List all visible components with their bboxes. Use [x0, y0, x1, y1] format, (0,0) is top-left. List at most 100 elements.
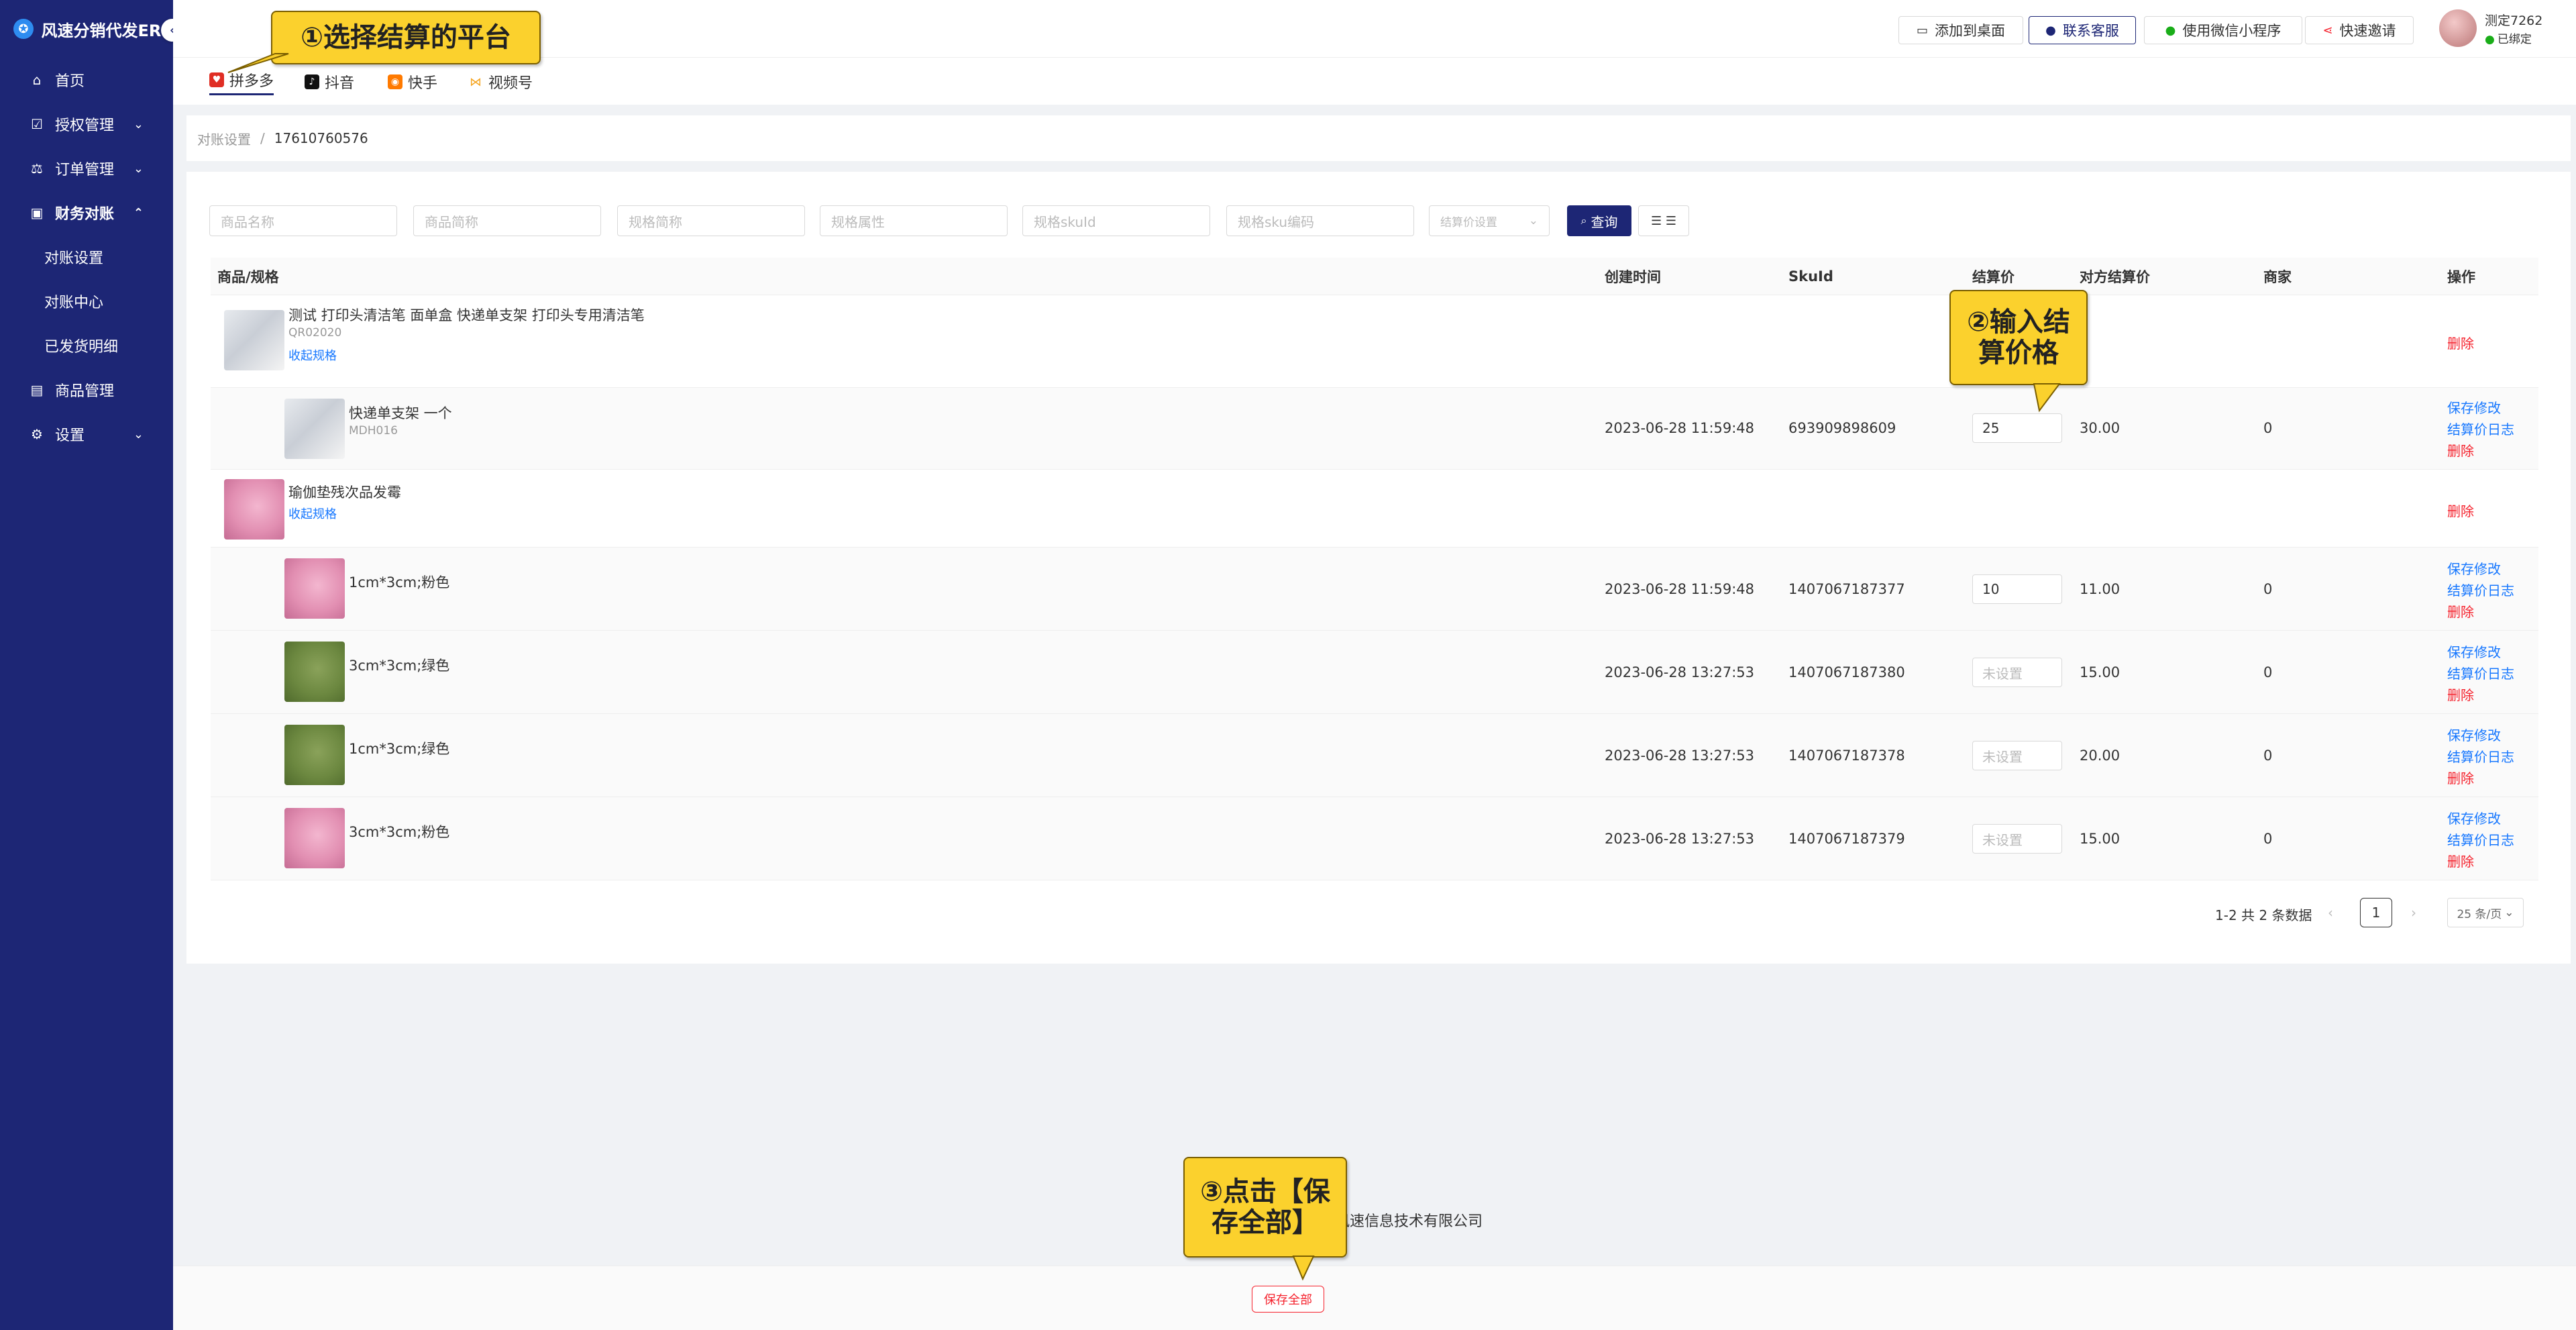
- column-header: 创建时间: [1605, 269, 1661, 285]
- add-to-desktop-button[interactable]: ▭ 添加到桌面: [1898, 16, 2023, 44]
- status-text: 已绑定: [2497, 33, 2532, 46]
- button-label: 快速邀请: [2339, 23, 2396, 39]
- wechat-icon: ●: [2485, 33, 2495, 46]
- user-name[interactable]: 测定7262: [2485, 11, 2542, 29]
- sidebar-item-finance[interactable]: ▣ 财务对账 ⌃: [0, 191, 173, 235]
- save-changes-link[interactable]: 保存修改: [2447, 558, 2501, 578]
- pagination-prev-button[interactable]: ‹: [2328, 905, 2333, 921]
- other-settlement-price: 15.00: [2080, 664, 2121, 680]
- page-size-select[interactable]: 25 条/页 ⌄: [2447, 898, 2524, 927]
- other-settlement-price: 30.00: [2080, 420, 2121, 436]
- product-icon: ▤: [30, 382, 44, 398]
- page-size-label: 25 条/页: [2457, 907, 2502, 921]
- sku-name: 1cm*3cm;绿色: [349, 741, 450, 757]
- settlement-price-input[interactable]: 未设置: [1972, 824, 2062, 854]
- query-button[interactable]: ⌕ 查询: [1567, 205, 1631, 236]
- tab-kuaishou[interactable]: ◉ 快手: [388, 68, 437, 95]
- sku-name: 3cm*3cm;粉色: [349, 824, 450, 840]
- quick-invite-button[interactable]: ⋖ 快速邀请: [2305, 16, 2414, 44]
- product-short-name-input[interactable]: 商品简称: [413, 205, 601, 236]
- price-log-link[interactable]: 结算价日志: [2447, 419, 2514, 438]
- tab-douyin[interactable]: ♪ 抖音: [305, 68, 354, 95]
- search-icon: ⌕: [1580, 214, 1587, 227]
- sidebar-item-products[interactable]: ▤ 商品管理: [0, 368, 173, 412]
- settings-icon: ⚙: [31, 426, 43, 442]
- tab-label: 快手: [408, 75, 438, 92]
- save-changes-link[interactable]: 保存修改: [2447, 725, 2501, 744]
- sku-thumbnail: [284, 558, 345, 619]
- brand-name: 风速分销代发ERP: [41, 21, 173, 40]
- settlement-table: 商品/规格 创建时间 SkuId 结算价 对方结算价 商家 操作 测试 打印头清…: [211, 258, 2538, 880]
- delete-link[interactable]: 删除: [2447, 440, 2474, 460]
- settlement-price-input[interactable]: 25: [1972, 413, 2062, 443]
- sidebar-subitem-shipped-details[interactable]: 已发货明细: [0, 323, 173, 368]
- wechat-miniprogram-button[interactable]: ● 使用微信小程序: [2144, 16, 2302, 44]
- sku-thumbnail: [284, 642, 345, 702]
- sidebar-item-settings[interactable]: ⚙ 设置 ⌄: [0, 412, 173, 456]
- chevron-down-icon: ⌄: [1528, 214, 1538, 227]
- price-log-link[interactable]: 结算价日志: [2447, 829, 2514, 849]
- sidebar-item-label: 财务对账: [55, 206, 115, 223]
- spec-sku-code-input[interactable]: 规格sku编码: [1226, 205, 1414, 236]
- column-header: 商家: [2263, 269, 2292, 285]
- pagination-next-button[interactable]: ›: [2411, 905, 2416, 921]
- brand[interactable]: ✪ 风速分销代发ERP: [0, 0, 173, 58]
- sku-id: 1407067187379: [1788, 831, 1905, 847]
- tab-label: 视频号: [488, 75, 533, 92]
- delete-link[interactable]: 删除: [2447, 601, 2474, 621]
- sidebar-item-auth[interactable]: ☑ 授权管理 ⌄: [0, 102, 173, 146]
- support-icon: ●: [2045, 23, 2056, 38]
- brand-logo-icon: ✪: [13, 19, 34, 39]
- delete-link[interactable]: 删除: [2447, 768, 2474, 787]
- price-log-link[interactable]: 结算价日志: [2447, 580, 2514, 599]
- price-log-link[interactable]: 结算价日志: [2447, 746, 2514, 766]
- spec-short-name-input[interactable]: 规格简称: [617, 205, 805, 236]
- spec-attribute-input[interactable]: 规格属性: [820, 205, 1008, 236]
- spec-skuid-input[interactable]: 规格skuId: [1022, 205, 1210, 236]
- chevron-down-icon: ⌄: [133, 427, 144, 442]
- table-row: 3cm*3cm;绿色 2023-06-28 13:27:53 140706718…: [211, 631, 2538, 714]
- settlement-price-select[interactable]: 结算价设置 ⌄: [1429, 205, 1550, 236]
- settlement-price-input[interactable]: 10: [1972, 574, 2062, 604]
- product-name-input[interactable]: 商品名称: [209, 205, 397, 236]
- column-header: 对方结算价: [2080, 269, 2150, 285]
- avatar[interactable]: [2439, 9, 2477, 47]
- pagination-total: 1-2 共 2 条数据: [2215, 907, 2312, 923]
- column-settings-button[interactable]: ☰ ☰: [1638, 205, 1689, 236]
- collapse-specs-link[interactable]: 收起规格: [288, 505, 337, 522]
- delete-link[interactable]: 删除: [2447, 851, 2474, 870]
- callout-step2-tail: [2033, 383, 2061, 413]
- save-changes-link[interactable]: 保存修改: [2447, 642, 2501, 661]
- breadcrumb-parent[interactable]: 对账设置: [197, 129, 251, 148]
- auth-icon: ☑: [31, 116, 43, 132]
- pagination-page-1[interactable]: 1: [2360, 898, 2392, 927]
- sidebar-subitem-settlement-center[interactable]: 对账中心: [0, 279, 173, 323]
- merchant-value: 0: [2263, 748, 2273, 764]
- other-settlement-price: 20.00: [2080, 748, 2121, 764]
- table-header: 商品/规格 创建时间 SkuId 结算价 对方结算价 商家 操作: [211, 258, 2538, 295]
- collapse-specs-link[interactable]: 收起规格: [288, 346, 337, 364]
- sidebar-subitem-settlement-settings[interactable]: 对账设置: [0, 235, 173, 279]
- contact-support-button[interactable]: ● 联系客服: [2029, 16, 2136, 44]
- price-log-link[interactable]: 结算价日志: [2447, 663, 2514, 682]
- home-icon: ⌂: [32, 72, 42, 88]
- column-header: 操作: [2447, 269, 2475, 285]
- delete-link[interactable]: 删除: [2447, 333, 2474, 352]
- save-changes-link[interactable]: 保存修改: [2447, 808, 2501, 827]
- sidebar-item-orders[interactable]: ⚖ 订单管理 ⌄: [0, 146, 173, 191]
- other-settlement-price: 15.00: [2080, 831, 2121, 847]
- delete-link[interactable]: 删除: [2447, 501, 2474, 520]
- settlement-price-input[interactable]: 未设置: [1972, 658, 2062, 687]
- settlement-price-input[interactable]: 未设置: [1972, 741, 2062, 770]
- monitor-icon: ▭: [1916, 23, 1928, 38]
- delete-link[interactable]: 删除: [2447, 684, 2474, 704]
- created-time: 2023-06-28 11:59:48: [1605, 581, 1755, 597]
- save-all-button[interactable]: 保存全部: [1252, 1286, 1324, 1313]
- product-thumbnail: [224, 479, 284, 540]
- sidebar-item-home[interactable]: ⌂ 首页: [0, 58, 173, 102]
- button-label: 使用微信小程序: [2182, 23, 2282, 39]
- tab-shipinhao[interactable]: ⋈ 视频号: [468, 68, 533, 95]
- save-changes-link[interactable]: 保存修改: [2447, 397, 2501, 417]
- order-icon: ⚖: [31, 160, 43, 176]
- merchant-value: 0: [2263, 664, 2273, 680]
